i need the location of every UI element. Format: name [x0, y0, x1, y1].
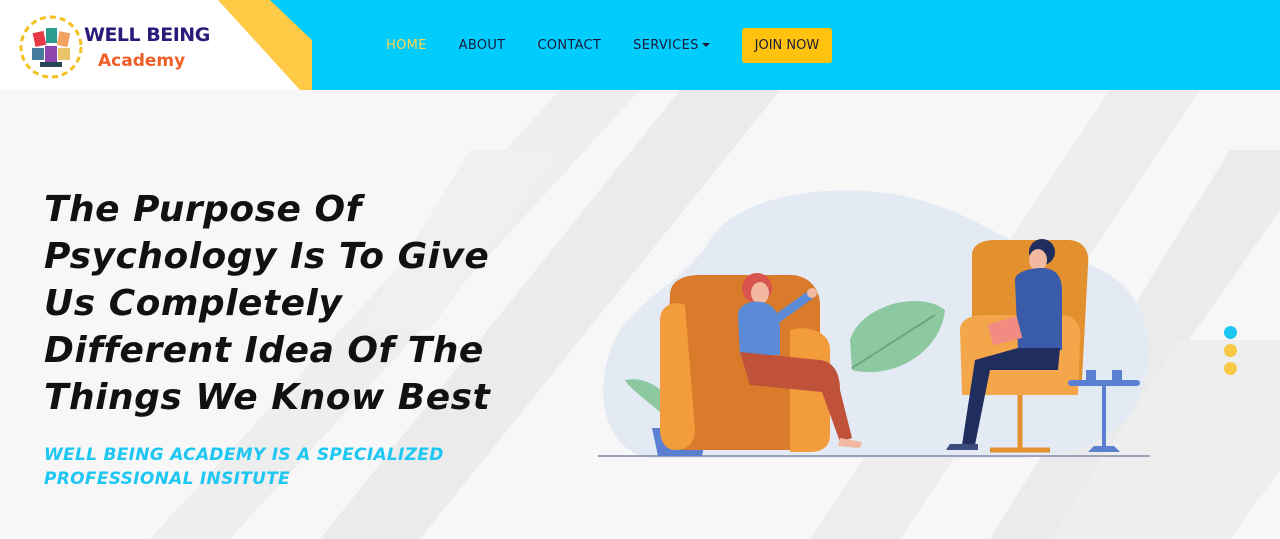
brand-title: WELL BEING — [84, 24, 210, 46]
counseling-illustration — [598, 190, 1150, 459]
brand-logo[interactable]: WELL BEING Academy — [18, 14, 218, 80]
site-header: WELL BEING Academy HOME ABOUT CONTACT SE… — [0, 0, 1280, 90]
main-nav: HOME ABOUT CONTACT SERVICES JOIN NOW — [380, 0, 833, 90]
nav-contact-link[interactable]: CONTACT — [537, 38, 601, 53]
join-now-button[interactable]: JOIN NOW — [741, 27, 833, 63]
logo-emblem-icon — [19, 15, 83, 79]
nav-services-label: SERVICES — [633, 37, 699, 53]
slider-dot-1[interactable] — [1224, 326, 1237, 339]
slider-dot-3[interactable] — [1224, 362, 1237, 375]
caret-down-icon — [701, 42, 710, 47]
nav-services-dropdown[interactable]: SERVICES — [633, 37, 710, 53]
hero-headline: The Purpose Of Psychology Is To Give Us … — [44, 189, 491, 418]
brand-subtitle: Academy — [98, 51, 186, 71]
nav-about-link[interactable]: ABOUT — [459, 38, 506, 53]
slider-dots — [1224, 326, 1238, 380]
logo-area: WELL BEING Academy — [0, 0, 340, 90]
hero-section: The Purpose Of Psychology Is To Give Us … — [0, 90, 1280, 539]
slider-dot-2[interactable] — [1224, 344, 1237, 357]
nav-home-link[interactable]: HOME — [386, 38, 427, 53]
page: WELL BEING Academy HOME ABOUT CONTACT SE… — [0, 0, 1280, 539]
hero-subline: WELL BEING ACADEMY IS A SPECIALIZED PROF… — [44, 445, 444, 489]
